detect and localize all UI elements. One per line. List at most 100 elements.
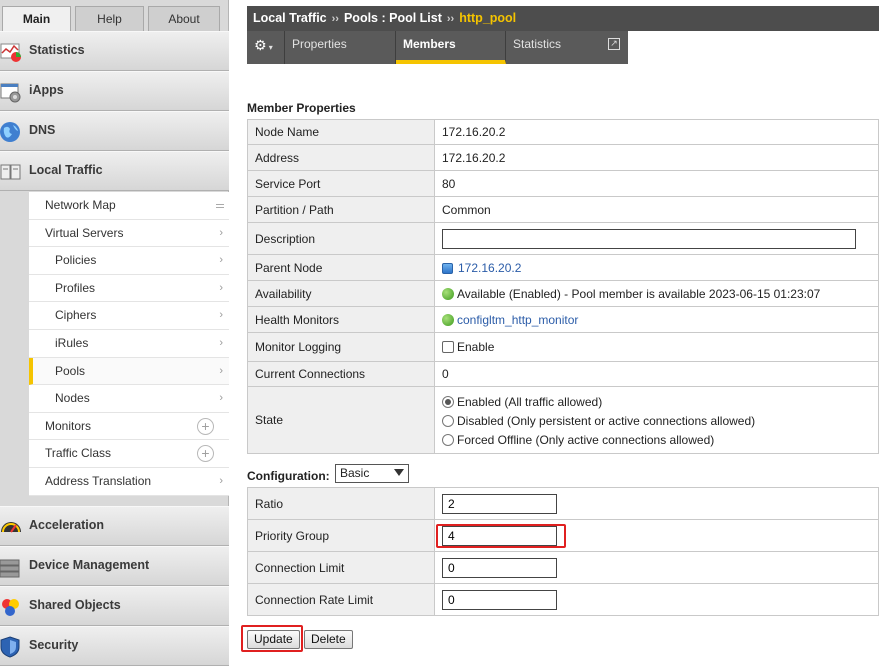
chevron-right-icon: › <box>219 392 223 405</box>
nav-section-dns[interactable]: DNS <box>0 111 229 151</box>
nav-section-iapps[interactable]: iApps <box>0 71 229 111</box>
state-option-disabled[interactable]: Disabled (Only persistent or active conn… <box>442 412 871 431</box>
sidebar-item-nodes[interactable]: Nodes › <box>29 385 229 413</box>
table-row: Parent Node 172.16.20.2 <box>247 254 879 281</box>
ratio-label: Ratio <box>247 487 435 520</box>
connection-rate-limit-label: Connection Rate Limit <box>247 583 435 616</box>
caret-down-icon: ▾ <box>266 43 273 52</box>
sidebar-item-label: Address Translation <box>45 473 152 488</box>
monitor-logging-label: Monitor Logging <box>247 332 435 362</box>
state-option-forced-offline[interactable]: Forced Offline (Only active connections … <box>442 431 871 450</box>
sidebar-item-label: Ciphers <box>55 308 97 323</box>
connection-limit-input[interactable] <box>442 557 557 578</box>
sidebar-item-virtual-servers[interactable]: Virtual Servers › <box>29 219 229 248</box>
sidebar-item-traffic-class[interactable]: Traffic Class + <box>29 440 229 468</box>
breadcrumb-current: http_pool <box>459 11 517 25</box>
ratio-input[interactable] <box>442 493 557 514</box>
table-row: Connection Limit <box>247 551 879 584</box>
add-icon[interactable]: + <box>197 417 214 435</box>
table-row: State Enabled (All traffic allowed) Disa… <box>247 386 879 454</box>
tab-main[interactable]: Main <box>2 6 71 33</box>
table-row: Description <box>247 222 879 255</box>
local-traffic-icon <box>0 164 21 180</box>
sidebar-item-label: Profiles <box>55 280 96 295</box>
tab-about[interactable]: About <box>148 6 220 32</box>
member-properties-table: Node Name 172.16.20.2 Address 172.16.20.2 … <box>247 119 879 454</box>
nav-section-statistics[interactable]: Statistics <box>0 31 229 71</box>
state-label: State <box>247 386 435 454</box>
table-row: Ratio <box>247 487 879 520</box>
status-green-icon <box>442 313 454 326</box>
nav-section-shared-objects[interactable]: Shared Objects <box>0 586 229 626</box>
sidebar-item-monitors[interactable]: Monitors + <box>29 412 229 441</box>
nav-section-label: Local Traffic <box>29 163 103 177</box>
chevron-down-icon <box>394 469 404 476</box>
table-row: Address 172.16.20.2 <box>247 144 879 171</box>
nav-section-security[interactable]: Security <box>0 626 229 666</box>
state-option-label: Enabled (All traffic allowed) <box>457 394 603 409</box>
breadcrumb-pool-list[interactable]: Pools : Pool List <box>344 11 442 25</box>
sidebar-item-label: Nodes <box>55 391 90 406</box>
delete-button[interactable]: Delete <box>304 630 353 649</box>
chevron-right-icon: › <box>219 309 223 322</box>
state-option-enabled[interactable]: Enabled (All traffic allowed) <box>442 393 871 412</box>
priority-group-label: Priority Group <box>247 519 435 552</box>
table-row: Current Connections 0 <box>247 361 879 387</box>
sidebar-item-label: Traffic Class <box>45 446 112 461</box>
table-row: Connection Rate Limit <box>247 583 879 616</box>
sidebar-item-profiles[interactable]: Profiles › <box>29 274 229 303</box>
nav-section-device-management[interactable]: Device Management <box>0 546 229 586</box>
sidebar-item-ciphers[interactable]: Ciphers › <box>29 302 229 330</box>
sidebar-item-label: Policies <box>55 253 97 268</box>
tab-statistics[interactable]: Statistics ↗ <box>506 31 628 64</box>
nav-section-label: iApps <box>29 83 64 97</box>
external-link-icon[interactable]: ↗ <box>608 38 620 50</box>
parent-node-link[interactable]: 172.16.20.2 <box>458 261 521 275</box>
sidebar-item-address-translation[interactable]: Address Translation › <box>29 467 229 496</box>
radio-button[interactable] <box>442 433 454 446</box>
sidebar-item-network-map[interactable]: Network Map <box>29 192 229 220</box>
map-icon <box>216 204 224 208</box>
table-row: Health Monitors configltm_http_monitor <box>247 306 879 333</box>
availability-value: Available (Enabled) - Pool member is ava… <box>457 286 821 301</box>
add-icon[interactable]: + <box>197 445 214 463</box>
nav-tabs: Main Help About <box>0 6 229 33</box>
tab-statistics-label: Statistics <box>513 37 562 51</box>
configuration-mode-select[interactable]: Basic <box>335 464 409 483</box>
nav-section-label: DNS <box>29 123 56 137</box>
nav-section-label: Statistics <box>29 43 85 57</box>
sidebar-item-policies[interactable]: Policies › <box>29 247 229 275</box>
configuration-label: Configuration: <box>247 469 330 483</box>
shared-objects-icon <box>2 599 19 616</box>
table-row: Node Name 172.16.20.2 <box>247 119 879 145</box>
local-traffic-submenu: Network Map Virtual Servers › Policies › P… <box>29 192 229 496</box>
connection-rate-limit-input[interactable] <box>442 589 557 610</box>
sidebar-item-pools[interactable]: Pools › <box>29 357 229 386</box>
node-icon <box>442 262 453 274</box>
tab-properties[interactable]: Properties <box>285 31 396 64</box>
nav-section-acceleration[interactable]: Acceleration <box>0 506 229 546</box>
nav-section-label: Security <box>29 638 79 652</box>
radio-button[interactable] <box>442 414 454 427</box>
breadcrumb-separator: ›› <box>446 13 455 25</box>
settings-menu-button[interactable]: ⚙ ▾ <box>247 31 285 64</box>
description-input[interactable] <box>442 228 856 249</box>
sidebar-item-irules[interactable]: iRules › <box>29 329 229 358</box>
tab-help[interactable]: Help <box>75 6 144 32</box>
table-row: Monitor Logging Enable <box>247 332 879 362</box>
current-connections-value: 0 <box>434 361 879 387</box>
globe-icon <box>0 122 20 142</box>
radio-button[interactable] <box>442 395 454 408</box>
state-option-label: Disabled (Only persistent or active conn… <box>457 413 756 428</box>
monitor-logging-checkbox[interactable] <box>442 341 454 353</box>
priority-group-highlight <box>436 524 566 548</box>
page-tab-bar: ⚙ ▾ Properties Members Statistics ↗ <box>247 31 628 64</box>
statistics-icon <box>0 43 21 62</box>
breadcrumb-local-traffic[interactable]: Local Traffic <box>253 11 327 25</box>
health-monitor-link[interactable]: configltm_http_monitor <box>457 313 578 327</box>
address-value: 172.16.20.2 <box>434 144 879 171</box>
tab-members[interactable]: Members <box>396 31 506 64</box>
connection-limit-label: Connection Limit <box>247 551 435 584</box>
service-port-value: 80 <box>434 170 879 197</box>
nav-section-local-traffic[interactable]: Local Traffic <box>0 151 229 191</box>
